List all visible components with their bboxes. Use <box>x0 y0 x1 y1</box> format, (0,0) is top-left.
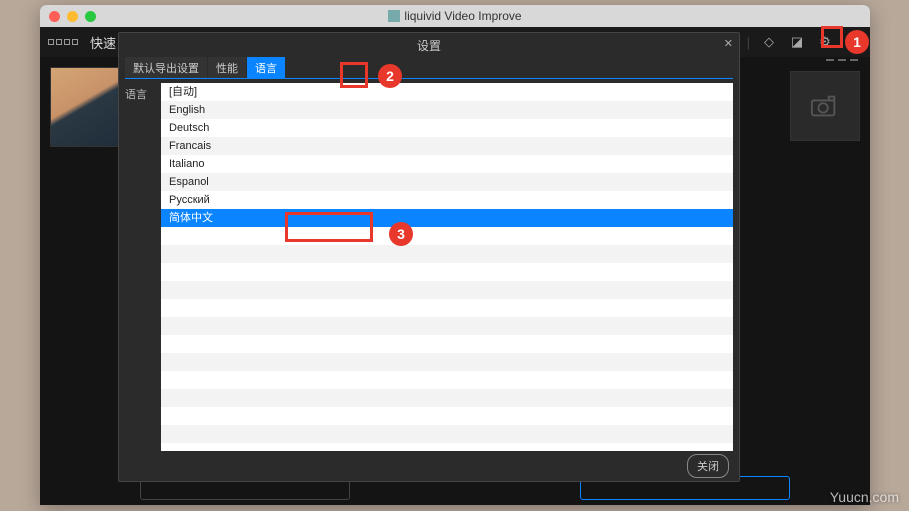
tab-performance[interactable]: 性能 <box>208 57 247 78</box>
dialog-tabs: 默认导出设置 性能 语言 <box>125 57 733 79</box>
lang-option-auto[interactable]: [自动] <box>161 83 733 101</box>
tab-default-export[interactable]: 默认导出设置 <box>125 57 208 78</box>
preview-placeholder <box>790 71 860 141</box>
window-title: liquivid Video Improve <box>404 9 521 23</box>
dialog-title: 设置 <box>417 37 441 54</box>
list-item <box>161 299 733 317</box>
language-list[interactable]: [自动] English Deutsch Francais Italiano E… <box>161 83 733 451</box>
grid-icon <box>48 39 78 45</box>
list-item <box>161 353 733 371</box>
help-icon[interactable]: ◯ <box>844 33 862 51</box>
tag-icon[interactable]: ◪ <box>788 33 806 51</box>
list-item <box>161 425 733 443</box>
lang-option-simplified-chinese[interactable]: 简体中文 <box>161 209 733 227</box>
titlebar: liquivid Video Improve <box>40 5 870 27</box>
language-label: 语言 <box>125 83 161 451</box>
list-item <box>161 317 733 335</box>
close-icon[interactable]: ✕ <box>724 37 733 50</box>
watermark: Yuucn.com <box>830 489 899 505</box>
tab-quick[interactable]: 快速 <box>90 33 116 52</box>
list-item <box>161 227 733 245</box>
tab-language[interactable]: 语言 <box>247 57 286 78</box>
side-panel-controls[interactable] <box>790 57 860 69</box>
list-item <box>161 371 733 389</box>
list-item <box>161 281 733 299</box>
lang-option-deutsch[interactable]: Deutsch <box>161 119 733 137</box>
list-item <box>161 335 733 353</box>
close-button[interactable]: 关闭 <box>687 454 729 478</box>
app-icon <box>388 10 400 22</box>
list-item <box>161 407 733 425</box>
list-item <box>161 263 733 281</box>
list-item <box>161 245 733 263</box>
lang-option-espanol[interactable]: Espanol <box>161 173 733 191</box>
list-item <box>161 389 733 407</box>
dialog-header: 设置 ✕ <box>119 33 739 57</box>
chat-icon[interactable]: ◇ <box>760 33 778 51</box>
lang-option-francais[interactable]: Francais <box>161 137 733 155</box>
settings-dialog: 设置 ✕ 默认导出设置 性能 语言 语言 [自动] English Deutsc… <box>118 32 740 482</box>
lang-option-italiano[interactable]: Italiano <box>161 155 733 173</box>
lang-option-english[interactable]: English <box>161 101 733 119</box>
settings-gear-icon[interactable]: ⚙ <box>816 33 834 51</box>
lang-option-russian[interactable]: Русский <box>161 191 733 209</box>
